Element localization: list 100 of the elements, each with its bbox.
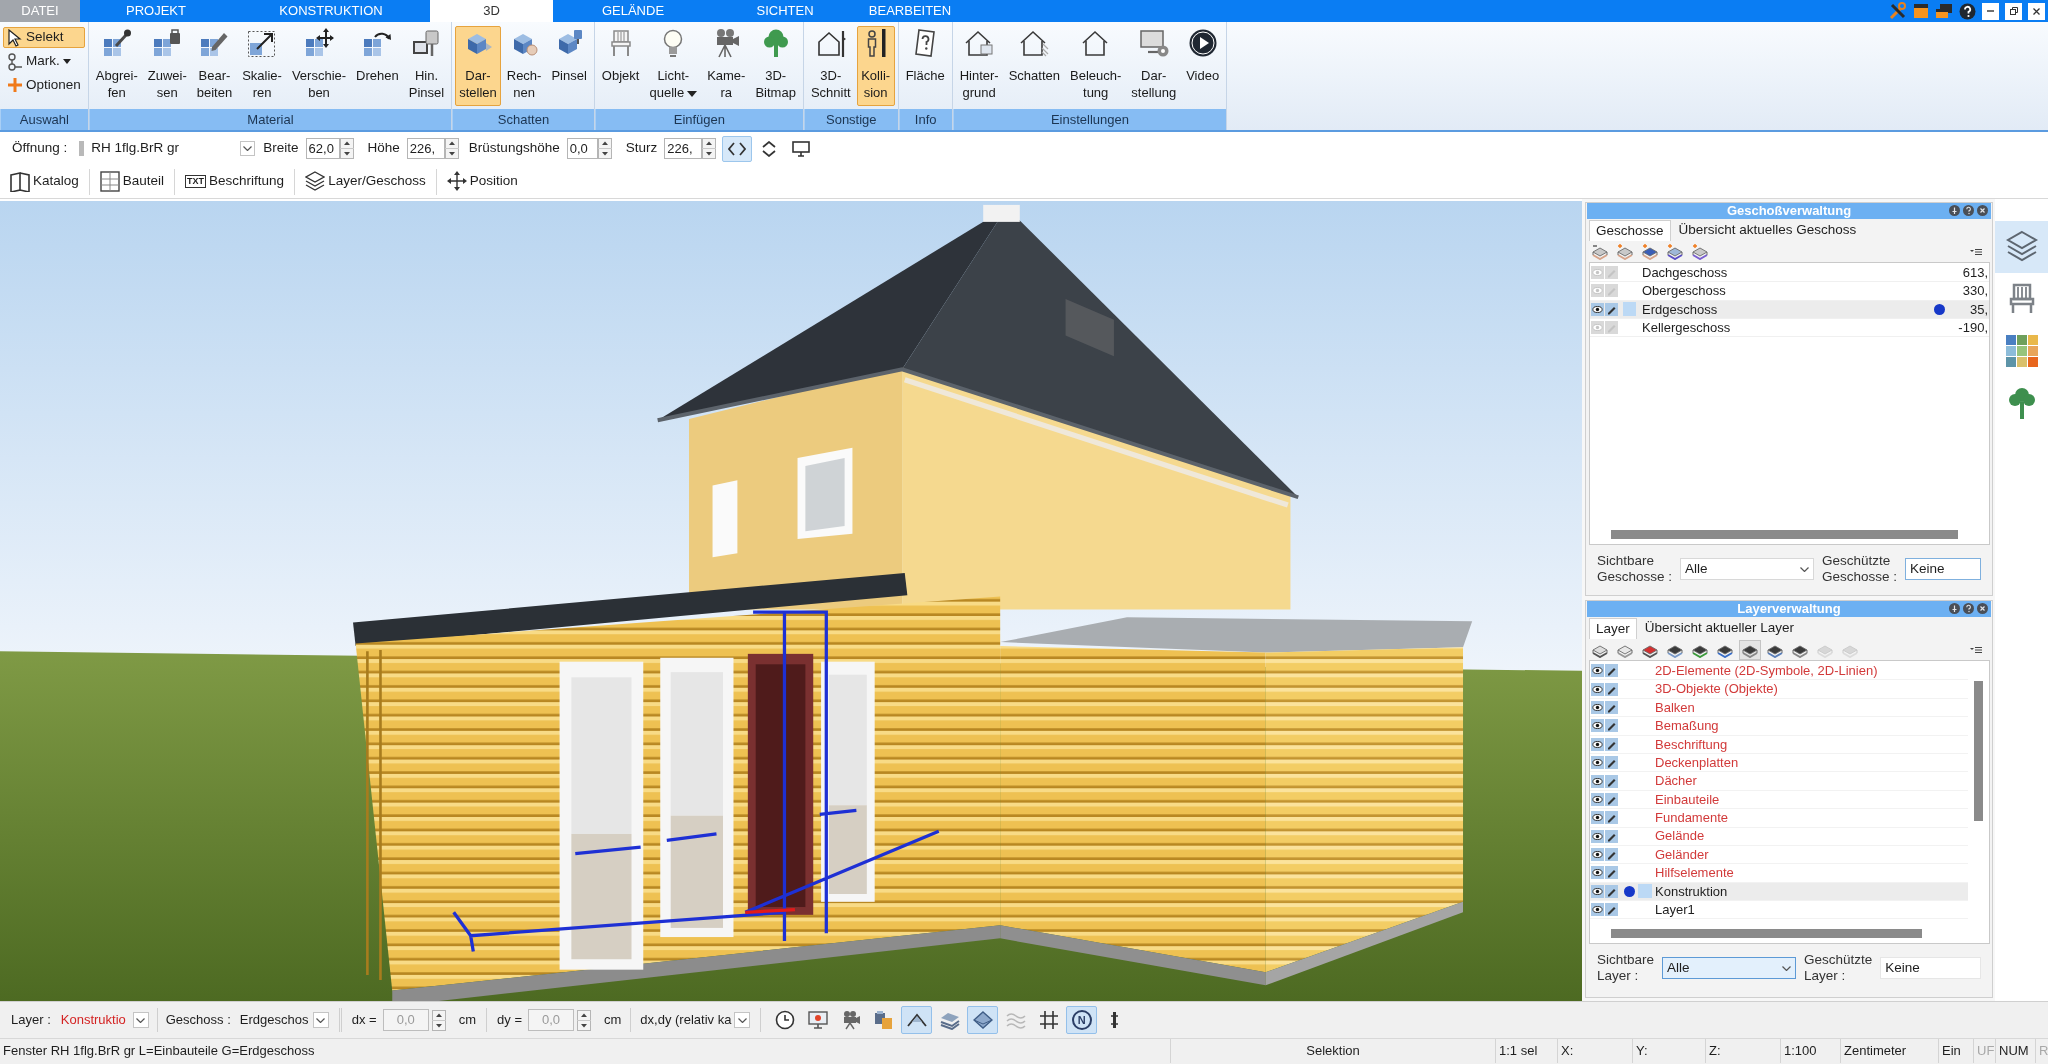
ribbon-button[interactable]: Hin. Pinsel: [404, 26, 449, 106]
pencil-icon[interactable]: [1605, 664, 1618, 678]
toolbar-button[interactable]: Layer/Geschoss: [295, 166, 436, 197]
list-menu-icon[interactable]: [1970, 247, 1982, 256]
eye-icon[interactable]: [1591, 737, 1604, 751]
pencil-icon[interactable]: [1605, 829, 1618, 843]
floor-stack-icon[interactable]: [1692, 243, 1708, 260]
eye-icon[interactable]: [1591, 682, 1604, 696]
menu-tab[interactable]: SICHTEN: [713, 0, 857, 22]
close-icon[interactable]: [1977, 603, 1988, 614]
window-button[interactable]: [2028, 2, 2045, 20]
ribbon-button[interactable]: Verschie- ben: [287, 26, 351, 106]
number-field[interactable]: 62,0: [305, 138, 340, 159]
protection-field[interactable]: Keine: [1880, 957, 1981, 979]
toolbar-button[interactable]: [1739, 639, 1761, 660]
ribbon-button[interactable]: Fläche: [901, 26, 949, 106]
floor-stack-icon[interactable]: [1617, 243, 1633, 260]
toolbar-button[interactable]: [722, 135, 753, 162]
toolbar-button[interactable]: Bauteil: [89, 166, 175, 197]
eye-icon[interactable]: [1591, 884, 1604, 898]
dropdown-toggle[interactable]: [734, 1012, 751, 1028]
ribbon-button[interactable]: Mark.: [3, 51, 85, 72]
ribbon-button[interactable]: Hinter- grund: [955, 26, 1003, 106]
ribbon-button[interactable]: Zuwei- sen: [143, 26, 191, 106]
pin-icon[interactable]: [1949, 603, 1960, 614]
pencil-icon[interactable]: [1605, 302, 1618, 316]
number-field[interactable]: 226,: [406, 138, 445, 159]
eye-icon[interactable]: [1591, 792, 1604, 806]
visibility-dropdown[interactable]: Alle: [1662, 957, 1797, 979]
ribbon-button[interactable]: Drehen: [352, 26, 403, 106]
horizontal-scrollbar[interactable]: [1611, 530, 1958, 539]
pencil-icon[interactable]: [1605, 682, 1618, 696]
layer-row[interactable]: 3D-Objekte (Objekte): [1590, 680, 1968, 699]
mode-dropdown[interactable]: dx,dy (relativ ka: [640, 1009, 751, 1031]
menu-tab[interactable]: 3D: [430, 0, 553, 22]
pencil-icon[interactable]: [1605, 774, 1618, 788]
floor-stack-icon[interactable]: [1592, 243, 1608, 260]
pencil-icon[interactable]: [1605, 848, 1618, 862]
ribbon-button[interactable]: Objekt: [597, 26, 644, 106]
floor-stack-icon[interactable]: [1642, 243, 1658, 260]
spinner-icon[interactable]: [339, 138, 354, 159]
windows-icon[interactable]: [1935, 3, 1953, 19]
spinner-icon[interactable]: [702, 138, 717, 159]
dropdown-toggle[interactable]: [240, 141, 256, 156]
ribbon-button[interactable]: Pinsel: [547, 26, 591, 106]
pencil-icon[interactable]: [1605, 811, 1618, 825]
ribbon-button[interactable]: Selekt: [3, 27, 85, 48]
pencil-icon[interactable]: [1605, 719, 1618, 733]
ribbon-button[interactable]: Schatten: [1004, 26, 1065, 106]
eye-icon[interactable]: [1591, 774, 1604, 788]
spinner-icon[interactable]: [577, 1009, 591, 1031]
window-button[interactable]: [2005, 2, 2022, 20]
toolbar-button[interactable]: [901, 1006, 933, 1034]
ribbon-button[interactable]: 3D- Bitmap: [751, 26, 800, 106]
menu-tab[interactable]: PROJEKT: [80, 0, 232, 22]
eye-icon[interactable]: [1591, 700, 1604, 714]
spinner-icon[interactable]: [431, 1009, 446, 1031]
eye-icon[interactable]: [1591, 811, 1604, 825]
pencil-icon[interactable]: [1605, 756, 1618, 770]
ribbon-button[interactable]: Dar- stellen: [455, 26, 501, 106]
ribbon-button[interactable]: Skalie- ren: [238, 26, 286, 106]
panel-tab[interactable]: Geschosse: [1589, 220, 1671, 241]
protection-field[interactable]: Keine: [1905, 558, 1981, 580]
eye-icon[interactable]: [1591, 756, 1604, 770]
pencil-icon[interactable]: [1605, 737, 1618, 751]
spinner-icon[interactable]: [444, 138, 459, 159]
ribbon-button[interactable]: Kame- ra: [703, 26, 750, 106]
layer-dropdown[interactable]: Konstruktio: [60, 1009, 149, 1031]
eye-icon[interactable]: [1591, 866, 1604, 880]
tools-icon[interactable]: [1889, 2, 1907, 20]
ribbon-button[interactable]: Dar- stellung: [1127, 26, 1181, 106]
layer-row[interactable]: Fundamente: [1590, 809, 1968, 828]
list-menu-icon[interactable]: [1970, 645, 1982, 654]
spinner-icon[interactable]: [597, 138, 612, 159]
panel-tab[interactable]: Layer: [1589, 618, 1637, 639]
ribbon-button[interactable]: Kolli- sion: [856, 26, 895, 106]
ribbon-button[interactable]: 3D- Schnitt: [806, 26, 855, 106]
pencil-icon[interactable]: [1605, 792, 1618, 806]
toolbar-button[interactable]: Katalog: [0, 166, 89, 197]
menu-tab[interactable]: BEARBEITEN: [857, 0, 963, 22]
ribbon-button[interactable]: Licht- quelle: [645, 26, 702, 106]
floor-stack-icon[interactable]: [1667, 243, 1683, 260]
eye-icon[interactable]: [1591, 848, 1604, 862]
menu-tab[interactable]: GELÄNDE: [553, 0, 713, 22]
help-icon[interactable]: [1959, 2, 1976, 20]
dropdown-toggle[interactable]: [312, 1012, 329, 1028]
pencil-icon[interactable]: [1605, 884, 1618, 898]
side-tab[interactable]: [1995, 221, 2048, 273]
toolbar-button[interactable]: N: [1066, 1006, 1098, 1034]
toolbar-button[interactable]: Position: [436, 166, 528, 197]
ribbon-button[interactable]: Rech- nen: [502, 26, 546, 106]
eye-icon[interactable]: [1591, 829, 1604, 843]
visibility-dropdown[interactable]: Alle: [1680, 558, 1815, 580]
vertical-scrollbar[interactable]: [1974, 681, 1983, 821]
layer-row[interactable]: Dächer: [1590, 772, 1968, 791]
layer-row[interactable]: Layer1: [1590, 901, 1968, 920]
horizontal-scrollbar[interactable]: [1611, 929, 1922, 938]
eye-icon[interactable]: [1591, 903, 1604, 917]
ribbon-button[interactable]: Bear- beiten: [192, 26, 237, 106]
window-icon[interactable]: [1913, 3, 1929, 19]
